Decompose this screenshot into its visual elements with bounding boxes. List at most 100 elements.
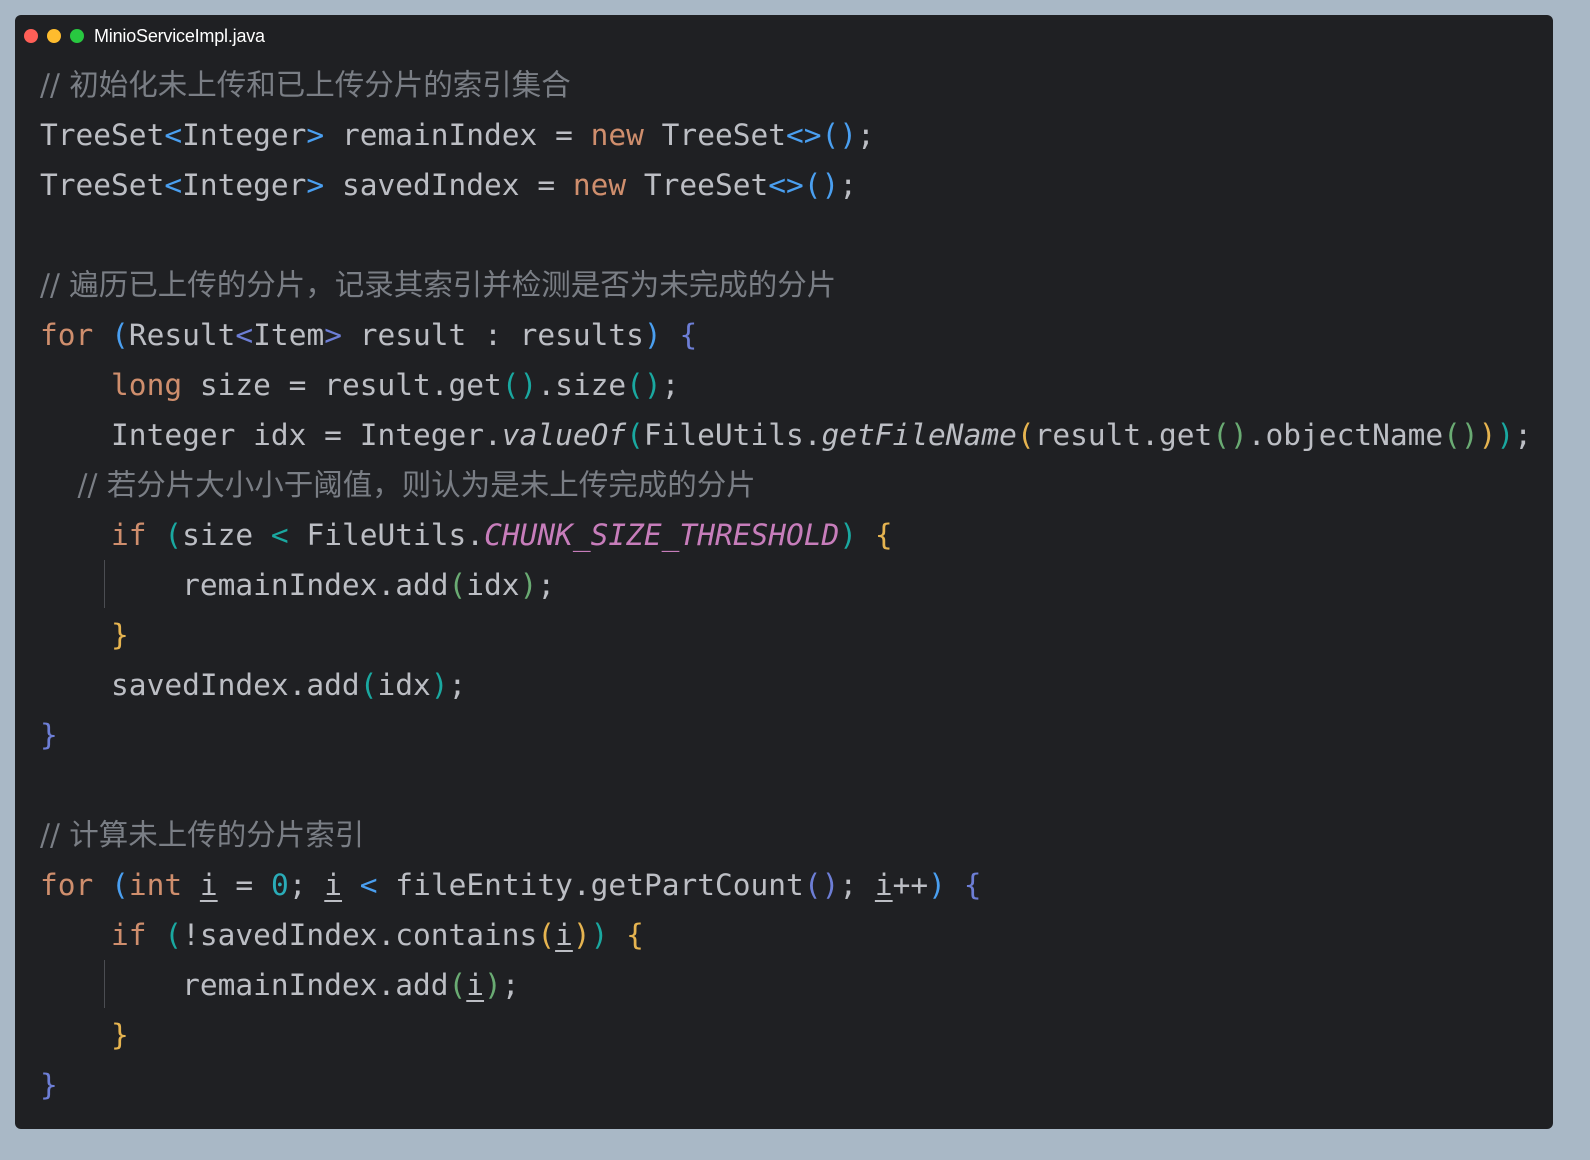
- code-line: // 初始化未上传和已上传分片的索引集合: [40, 60, 1532, 110]
- code-token: (: [448, 968, 467, 1002]
- code-line: }: [40, 710, 1532, 760]
- code-token: !savedIndex.contains: [182, 918, 538, 952]
- code-token: {: [874, 518, 893, 552]
- code-token: (): [501, 368, 538, 402]
- code-token: ): [1496, 418, 1515, 452]
- code-token: >: [306, 118, 325, 152]
- code-token: }: [40, 718, 58, 752]
- code-token: for: [40, 318, 94, 352]
- code-token: Result: [128, 318, 236, 352]
- code-token: new: [590, 118, 644, 152]
- code-token: getFileName: [821, 418, 1017, 452]
- code-token: <: [359, 868, 378, 902]
- code-token: CHUNK_SIZE_THRESHOLD: [484, 518, 840, 552]
- code-comment: // 计算未上传的分片索引: [40, 818, 365, 852]
- code-token: result : results: [341, 318, 644, 352]
- code-token: remainIndex =: [324, 118, 591, 152]
- code-token: long: [111, 368, 183, 402]
- code-token: result.get: [1034, 418, 1213, 452]
- code-comment: // 若分片大小小于阈值，则认为是未上传完成的分片: [40, 468, 756, 502]
- code-line: for (Result<Item> result : results) {: [40, 310, 1532, 360]
- maximize-window-button[interactable]: [70, 29, 84, 43]
- code-token: FileUtils.: [643, 418, 822, 452]
- code-token: <: [164, 168, 183, 202]
- code-token: Integer idx = Integer.: [40, 418, 502, 452]
- code-token: ;: [857, 118, 875, 152]
- code-token: ): [519, 568, 538, 602]
- code-token: ;: [448, 668, 467, 702]
- code-editor[interactable]: // 初始化未上传和已上传分片的索引集合 TreeSet<Integer> rem…: [40, 60, 1532, 1110]
- code-token: .objectName: [1247, 418, 1444, 452]
- code-token: <: [164, 118, 183, 152]
- code-line: }: [40, 1010, 1532, 1060]
- close-window-button[interactable]: [24, 29, 38, 43]
- code-token: ;: [661, 368, 680, 402]
- code-token: valueOf: [501, 418, 627, 452]
- code-token: TreeSet: [40, 118, 165, 152]
- code-token: for: [40, 868, 94, 902]
- code-token: {: [626, 918, 644, 952]
- code-comment: // 初始化未上传和已上传分片的索引集合: [40, 68, 571, 102]
- code-token: if: [111, 918, 147, 952]
- code-line: if (size < FileUtils.CHUNK_SIZE_THRESHOL…: [40, 510, 1532, 560]
- code-token: new: [572, 168, 627, 202]
- code-line: // 若分片大小小于阈值，则认为是未上传完成的分片: [40, 460, 1532, 510]
- code-token: Integer: [182, 118, 307, 152]
- code-token: remainIndex.add: [40, 568, 449, 602]
- code-token: FileUtils.: [288, 518, 485, 552]
- code-line: for (int i = 0; i < fileEntity.getPartCo…: [40, 860, 1532, 910]
- file-name-label: MinioServiceImpl.java: [94, 26, 265, 46]
- code-token: {: [963, 868, 982, 902]
- editor-window: MinioServiceImpl.java // 初始化未上传和已上传分片的索引…: [15, 15, 1553, 1129]
- code-token: ): [430, 668, 449, 702]
- code-token: int: [128, 868, 183, 902]
- code-token: (: [359, 668, 378, 702]
- code-token: (: [164, 918, 183, 952]
- code-token: (: [537, 918, 556, 952]
- code-token: remainIndex.add: [40, 968, 449, 1002]
- code-token: Item: [253, 318, 325, 352]
- code-token: >: [324, 318, 342, 352]
- code-line: Integer idx = Integer.valueOf ( FileUtils.…: [40, 410, 1532, 460]
- code-token: ): [643, 318, 662, 352]
- code-token: TreeSet: [643, 118, 786, 152]
- code-token: (): [1443, 418, 1479, 452]
- code-token: }: [40, 1068, 58, 1102]
- code-token: i: [555, 918, 573, 952]
- code-token: ): [484, 968, 502, 1002]
- code-token: ;: [288, 868, 325, 902]
- code-token: idx: [466, 568, 520, 602]
- code-token: idx: [377, 668, 431, 702]
- code-token: <>(): [786, 118, 858, 152]
- code-token: >: [306, 168, 325, 202]
- code-token: ++: [892, 868, 929, 902]
- code-token: }: [111, 1018, 129, 1052]
- minimize-window-button[interactable]: [47, 29, 61, 43]
- code-token: (: [1016, 418, 1035, 452]
- code-token: savedIndex =: [324, 168, 573, 202]
- code-line: }: [40, 1060, 1532, 1110]
- code-token: ;: [839, 868, 875, 902]
- code-token: (): [1212, 418, 1248, 452]
- code-token: TreeSet: [40, 168, 165, 202]
- code-line: TreeSet<Integer> savedIndex = new TreeSe…: [40, 160, 1532, 210]
- code-token: i: [199, 868, 218, 902]
- code-token: savedIndex.add: [40, 668, 360, 702]
- code-token: {: [679, 318, 698, 352]
- code-token: ;: [501, 968, 520, 1002]
- code-token: fileEntity.getPartCount: [377, 868, 804, 902]
- code-line: if (!savedIndex.contains(i)) {: [40, 910, 1532, 960]
- code-token: (: [164, 518, 183, 552]
- code-token: .size: [537, 368, 627, 402]
- code-token: (: [448, 568, 467, 602]
